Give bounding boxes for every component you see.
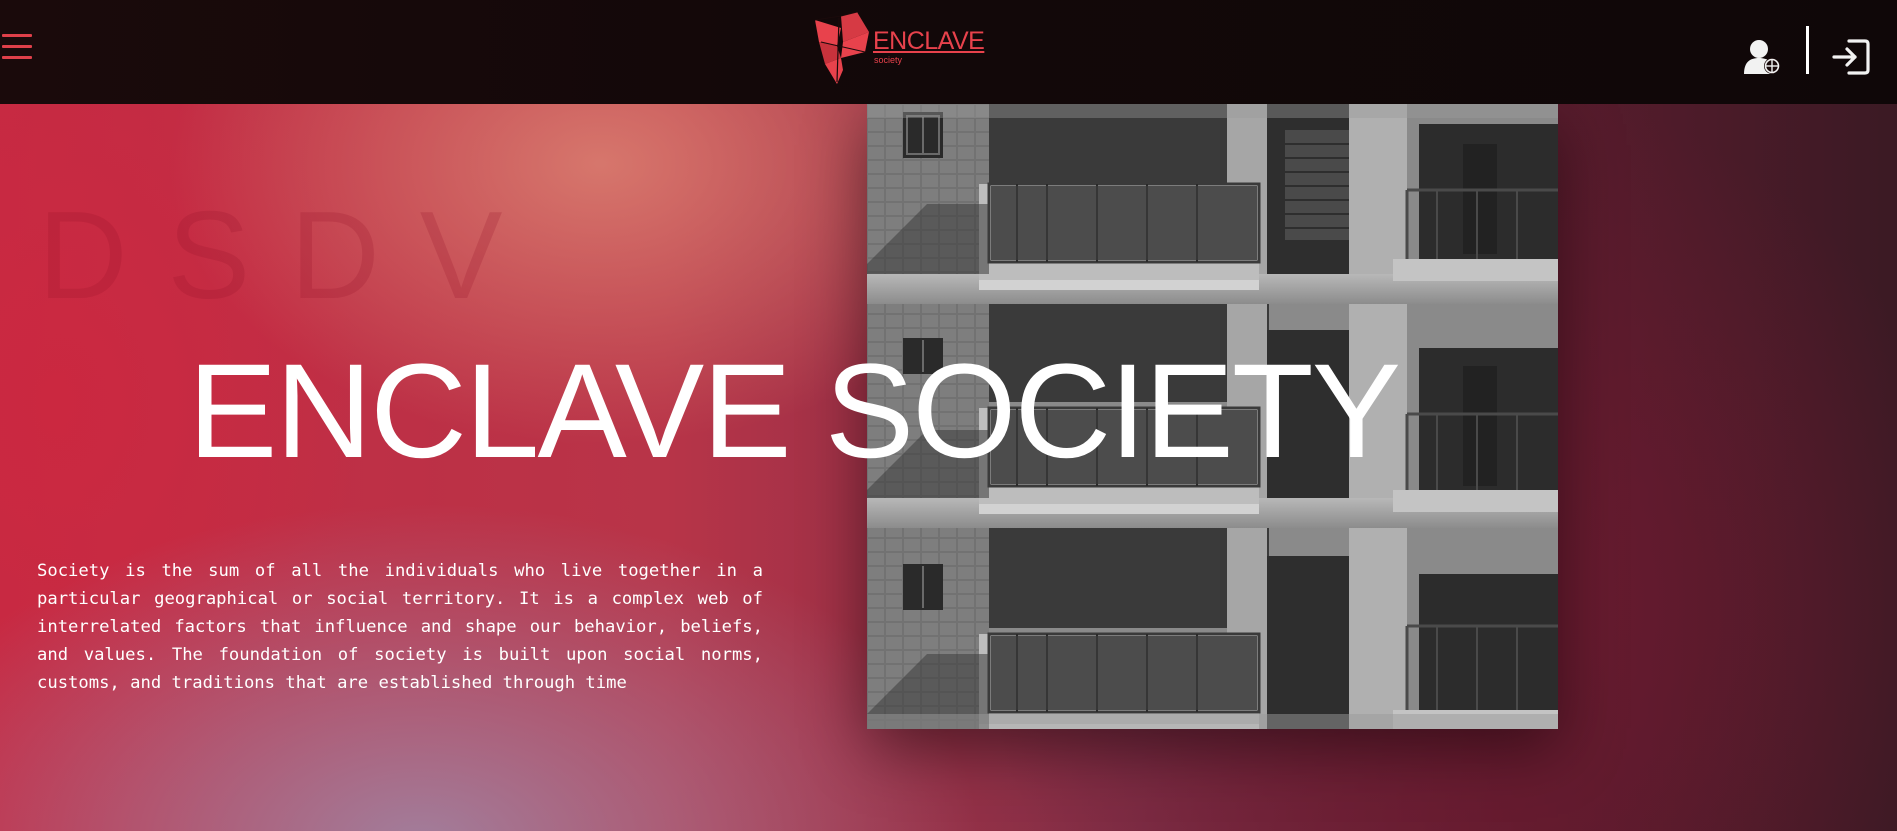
hero-section: DSDV ENCLAVE SOCIETY Society is the sum … xyxy=(0,104,1897,831)
hamburger-menu-icon[interactable] xyxy=(2,34,32,68)
logo-tagline: society xyxy=(874,55,903,65)
user-settings-icon[interactable] xyxy=(1744,38,1782,76)
brand-logo[interactable]: ENCLAVE society xyxy=(813,12,985,86)
login-icon[interactable] xyxy=(1831,38,1871,76)
hero-description: Society is the sum of all the individual… xyxy=(37,561,763,693)
logo-mark-icon xyxy=(814,12,869,84)
logo-name: ENCLAVE xyxy=(873,27,985,55)
hero-ghost-text: DSDV xyxy=(38,187,543,325)
hero-title: ENCLAVE SOCIETY xyxy=(188,337,1401,486)
top-navbar: ENCLAVE society xyxy=(0,0,1897,104)
navbar-divider xyxy=(1806,26,1809,74)
